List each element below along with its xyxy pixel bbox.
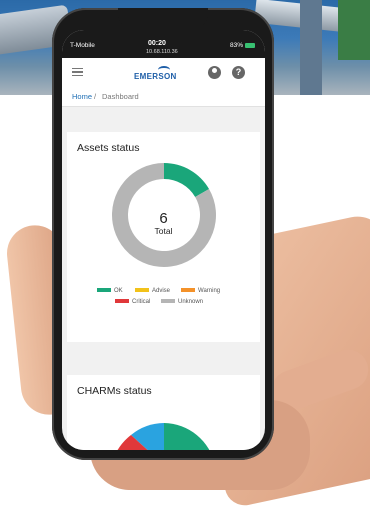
hamburger-menu-icon[interactable] <box>72 68 83 77</box>
post-shape <box>300 0 322 95</box>
legend-item-warning[interactable]: Warning <box>181 288 220 294</box>
total-count: 6 <box>159 210 168 227</box>
battery-indicator: 83% <box>230 42 255 49</box>
legend-item-unknown[interactable]: Unknown <box>161 299 203 305</box>
help-icon[interactable]: ? <box>232 66 245 79</box>
legend-item-ok[interactable]: OK <box>97 288 123 294</box>
breadcrumb-current: Dashboard <box>102 92 139 101</box>
assets-status-card: Assets status 6 Total OK Advise Warning … <box>67 132 260 342</box>
card-title: Assets status <box>77 142 140 154</box>
battery-percent: 83% <box>229 42 243 49</box>
charms-slice-green <box>164 423 210 450</box>
legend-swatch <box>181 288 195 293</box>
card-title: CHARMs status <box>77 385 152 397</box>
legend-item-advise[interactable]: Advise <box>135 288 170 294</box>
breadcrumb-separator: / <box>94 92 97 101</box>
user-account-icon[interactable] <box>208 66 221 79</box>
legend-label: Unknown <box>178 299 204 305</box>
legend-label: Critical <box>132 299 151 305</box>
phone-screen: T-Mobile 00:20 10.68.110.36 83% EMERSON … <box>62 30 265 450</box>
phone-notch <box>118 8 208 28</box>
charms-status-chart-partial[interactable] <box>111 405 217 450</box>
legend-swatch <box>161 299 175 304</box>
status-bar: T-Mobile 00:20 10.68.110.36 83% <box>62 30 265 58</box>
breadcrumb: Home / Dashboard <box>62 86 265 107</box>
donut-slice-ok[interactable] <box>164 163 210 197</box>
charms-status-card: CHARMs status <box>67 375 260 450</box>
address-bar-url[interactable]: 10.68.110.36 <box>146 49 178 55</box>
carrier-label: T-Mobile <box>70 42 95 49</box>
battery-icon <box>245 42 255 48</box>
clock: 00:20 <box>148 40 166 47</box>
emerson-logo[interactable]: EMERSON <box>134 72 177 81</box>
equipment-shape <box>338 0 370 60</box>
legend-item-critical[interactable]: Critical <box>115 299 150 305</box>
app-header: EMERSON ? <box>62 58 265 87</box>
total-label: Total <box>154 226 173 236</box>
legend-swatch <box>115 299 129 304</box>
legend-label: Advise <box>152 288 171 294</box>
legend-label: OK <box>114 288 123 294</box>
legend-swatch <box>135 288 149 293</box>
legend-label: Warning <box>198 288 221 294</box>
legend-swatch <box>97 288 111 293</box>
breadcrumb-home-link[interactable]: Home <box>72 92 92 101</box>
